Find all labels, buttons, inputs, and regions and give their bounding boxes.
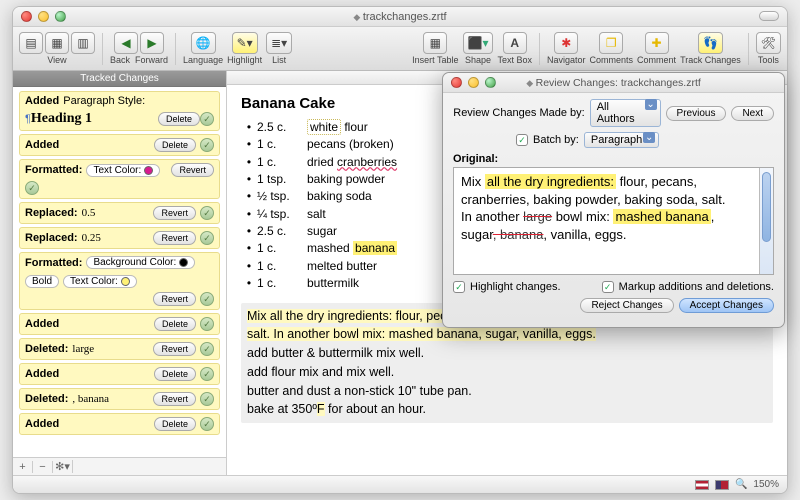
track-changes-button[interactable]: 👣 <box>698 32 723 54</box>
highlight-button[interactable]: ✎▾ <box>232 32 258 54</box>
change-row[interactable]: Replaced: 0.25Revert✓ <box>19 227 220 249</box>
change-row[interactable]: Formatted: Background Color: BoldText Co… <box>19 252 220 310</box>
change-row[interactable]: Replaced: 0.5Revert✓ <box>19 202 220 224</box>
window-title: trackchanges.zrtf <box>13 11 787 23</box>
approve-icon[interactable]: ✓ <box>200 206 214 220</box>
action-button[interactable]: Revert <box>171 163 214 177</box>
main-titlebar: trackchanges.zrtf <box>13 7 787 27</box>
status-bar: 🔍 150% <box>13 475 787 493</box>
track-changes-sidebar: Tracked Changes Added Paragraph Style:¶ … <box>13 71 227 475</box>
tools-button[interactable]: 🛠 <box>756 32 781 54</box>
toolbar: ▤ ▦ ▥ View ◀ ▶ Back Forward 🌐Language ✎▾… <box>13 27 787 71</box>
approve-icon[interactable]: ✓ <box>200 317 214 331</box>
sidebar-footer: + − ✻▾ <box>13 457 226 475</box>
panel-titlebar[interactable]: Review Changes: trackchanges.zrtf <box>443 73 784 93</box>
navigator-button[interactable]: ✱ <box>554 32 578 54</box>
action-button[interactable]: Delete <box>154 138 196 152</box>
shape-button[interactable]: ⬛▾ <box>463 32 494 54</box>
approve-icon[interactable]: ✓ <box>200 138 214 152</box>
approve-icon[interactable]: ✓ <box>200 231 214 245</box>
review-changes-panel: Review Changes: trackchanges.zrtf Review… <box>442 72 785 328</box>
flag-icon[interactable] <box>715 480 729 490</box>
change-row[interactable]: AddedDelete✓ <box>19 134 220 156</box>
authors-select[interactable]: All Authors <box>590 99 661 127</box>
accept-button[interactable]: Accept Changes <box>679 298 774 313</box>
forward-button[interactable]: ▶ <box>140 32 164 54</box>
gear-button[interactable]: ✻▾ <box>53 460 73 473</box>
approve-icon[interactable]: ✓ <box>200 392 214 406</box>
approve-icon[interactable]: ✓ <box>200 367 214 381</box>
change-row[interactable]: Formatted: Text Color: Revert✓ <box>19 159 220 199</box>
zoom-level[interactable]: 150% <box>753 479 779 490</box>
original-label: Original: <box>453 153 774 165</box>
language-button[interactable]: 🌐 <box>191 32 216 54</box>
markup-label: Markup additions and deletions. <box>619 281 774 293</box>
original-text-box[interactable]: Mix all the dry ingredients: flour, peca… <box>453 167 774 275</box>
action-button[interactable]: Revert <box>153 342 196 356</box>
action-button[interactable]: Delete <box>154 367 196 381</box>
action-button[interactable]: Revert <box>153 206 196 220</box>
change-row[interactable]: Added Paragraph Style:¶ Heading 1Delete✓ <box>19 91 220 131</box>
approve-icon[interactable]: ✓ <box>200 112 214 126</box>
approve-icon[interactable]: ✓ <box>200 292 214 306</box>
change-row[interactable]: AddedDelete✓ <box>19 413 220 435</box>
change-row[interactable]: AddedDelete✓ <box>19 363 220 385</box>
previous-button[interactable]: Previous <box>666 106 727 121</box>
change-row[interactable]: Deleted: largeRevert✓ <box>19 338 220 360</box>
view-mode-1-button[interactable]: ▤ <box>19 32 43 54</box>
list-button[interactable]: ≣▾ <box>266 32 292 54</box>
made-by-label: Review Changes Made by: <box>453 107 585 119</box>
action-button[interactable]: Revert <box>153 292 196 306</box>
comments-button[interactable]: ❐ <box>599 32 623 54</box>
action-button[interactable]: Delete <box>158 112 200 126</box>
highlight-checkbox[interactable]: ✓ <box>453 281 465 293</box>
change-row[interactable]: AddedDelete✓ <box>19 313 220 335</box>
batch-label: Batch by: <box>533 134 579 146</box>
flag-icon[interactable] <box>695 480 709 490</box>
comment-button[interactable]: ✚ <box>645 32 669 54</box>
action-button[interactable]: Delete <box>154 317 196 331</box>
change-row[interactable]: Deleted: , bananaRevert✓ <box>19 388 220 410</box>
scrollbar[interactable] <box>759 168 773 274</box>
reject-button[interactable]: Reject Changes <box>580 298 673 313</box>
action-button[interactable]: Revert <box>153 392 196 406</box>
highlight-label: Highlight changes. <box>470 281 561 293</box>
add-button[interactable]: + <box>13 461 33 473</box>
batch-checkbox[interactable]: ✓ <box>516 134 528 146</box>
view-mode-3-button[interactable]: ▥ <box>71 32 95 54</box>
view-mode-2-button[interactable]: ▦ <box>45 32 69 54</box>
zoom-indicator-icon[interactable]: 🔍 <box>735 479 747 490</box>
remove-button[interactable]: − <box>33 461 53 473</box>
approve-icon[interactable]: ✓ <box>25 181 39 195</box>
action-button[interactable]: Revert <box>153 231 196 245</box>
panel-title: Review Changes: trackchanges.zrtf <box>443 77 784 89</box>
action-button[interactable]: Delete <box>154 417 196 431</box>
batch-select[interactable]: Paragraph <box>584 132 659 148</box>
toolbar-toggle-icon[interactable] <box>759 11 779 21</box>
insert-table-button[interactable]: ▦ <box>423 32 447 54</box>
markup-checkbox[interactable]: ✓ <box>602 281 614 293</box>
view-label: View <box>47 55 66 65</box>
approve-icon[interactable]: ✓ <box>200 417 214 431</box>
text-box-button[interactable]: A <box>503 32 527 54</box>
sidebar-header: Tracked Changes <box>13 71 226 87</box>
next-button[interactable]: Next <box>731 106 774 121</box>
back-button[interactable]: ◀ <box>114 32 138 54</box>
approve-icon[interactable]: ✓ <box>200 342 214 356</box>
